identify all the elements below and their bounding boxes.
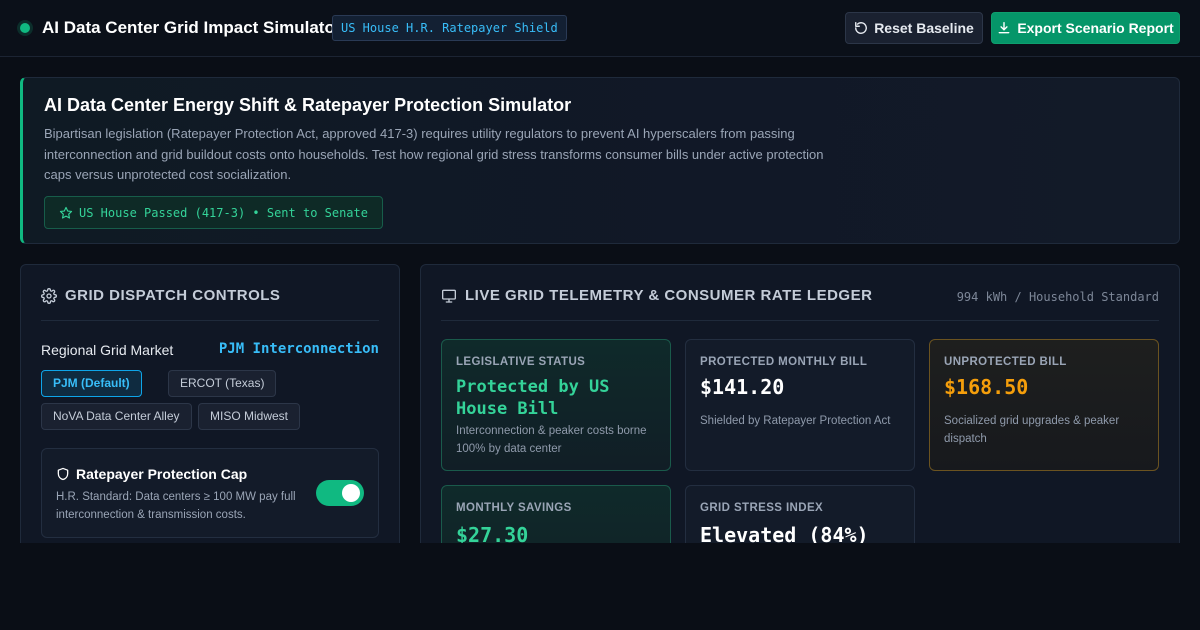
telemetry-heading-text: LIVE GRID TELEMETRY & CONSUMER RATE LEDG… <box>465 287 873 304</box>
protected-bill-value: $141.20 <box>700 375 785 399</box>
divider <box>441 320 1159 321</box>
card-label: MONTHLY SAVINGS <box>456 502 572 514</box>
selected-market-value: PJM Interconnection <box>218 341 379 357</box>
protection-toggle[interactable] <box>316 480 364 506</box>
hero-description: Bipartisan legislation (Ratepayer Protec… <box>44 126 824 182</box>
market-chip-nova[interactable]: NoVA Data Center Alley <box>41 403 192 430</box>
gear-icon <box>41 287 57 304</box>
hero-banner: AI Data Center Energy Shift & Ratepayer … <box>20 77 1180 244</box>
star-icon <box>59 206 73 220</box>
grid-dispatch-controls-panel: GRID DISPATCH CONTROLS Regional Grid Mar… <box>20 264 400 564</box>
telemetry-panel: LIVE GRID TELEMETRY & CONSUMER RATE LEDG… <box>420 264 1180 564</box>
rotate-ccw-icon <box>854 21 868 35</box>
controls-heading-text: GRID DISPATCH CONTROLS <box>65 287 281 304</box>
unprotected-bill-value: $168.50 <box>944 375 1029 399</box>
card-note: Shielded by Ratepayer Protection Act <box>700 415 891 427</box>
market-label: Regional Grid Market <box>41 342 174 358</box>
status-indicator-dot <box>20 23 30 33</box>
hero-title: AI Data Center Energy Shift & Ratepayer … <box>44 95 572 115</box>
protected-bill-card: PROTECTED MONTHLY BILL $141.20 Shielded … <box>685 339 915 471</box>
market-chip-ercot[interactable]: ERCOT (Texas) <box>168 370 277 397</box>
card-label: UNPROTECTED BILL <box>944 356 1067 368</box>
household-usage-standard: 994 kWh / Household Standard <box>956 290 1159 304</box>
toggle-knob <box>342 484 360 502</box>
card-note: Socialized grid upgrades & peaker dispat… <box>944 415 1120 445</box>
download-icon <box>997 21 1011 35</box>
export-report-label: Export Scenario Report <box>1017 20 1174 36</box>
protection-description: H.R. Standard: Data centers ≥ 100 MW pay… <box>56 491 296 521</box>
legislative-status-card: LEGISLATIVE STATUS Protected by US House… <box>441 339 671 471</box>
unprotected-bill-card: UNPROTECTED BILL $168.50 Socialized grid… <box>929 339 1159 471</box>
reset-baseline-button[interactable]: Reset Baseline <box>845 12 983 44</box>
market-chip-miso[interactable]: MISO Midwest <box>198 403 301 430</box>
ratepayer-protection-card: Ratepayer Protection Cap H.R. Standard: … <box>41 448 379 538</box>
telemetry-heading: LIVE GRID TELEMETRY & CONSUMER RATE LEDG… <box>441 287 872 304</box>
controls-heading: GRID DISPATCH CONTROLS <box>41 287 280 304</box>
card-label: PROTECTED MONTHLY BILL <box>700 356 868 368</box>
protection-title-text: Ratepayer Protection Cap <box>76 466 248 482</box>
page-background <box>0 543 1200 630</box>
card-label: GRID STRESS INDEX <box>700 502 824 514</box>
legislation-status-text: US House Passed (417-3) • Sent to Senate <box>79 205 368 220</box>
top-bar: AI Data Center Grid Impact Simulator US … <box>0 0 1200 57</box>
card-note: Interconnection & peaker costs borne 100… <box>456 425 647 455</box>
protection-title: Ratepayer Protection Cap <box>56 466 247 482</box>
legislative-status-value: Protected by US House Bill <box>456 377 610 419</box>
reset-baseline-label: Reset Baseline <box>874 20 974 36</box>
card-label: LEGISLATIVE STATUS <box>456 356 586 368</box>
legislation-status-badge: US House Passed (417-3) • Sent to Senate <box>44 196 383 229</box>
export-report-button[interactable]: Export Scenario Report <box>991 12 1180 44</box>
app-title: AI Data Center Grid Impact Simulator <box>42 18 342 37</box>
market-chip-pjm[interactable]: PJM (Default) <box>41 370 142 397</box>
divider <box>41 320 379 321</box>
monitor-icon <box>441 288 457 304</box>
shield-icon <box>56 467 70 481</box>
bill-chip: US House H.R. Ratepayer Shield <box>332 15 567 41</box>
